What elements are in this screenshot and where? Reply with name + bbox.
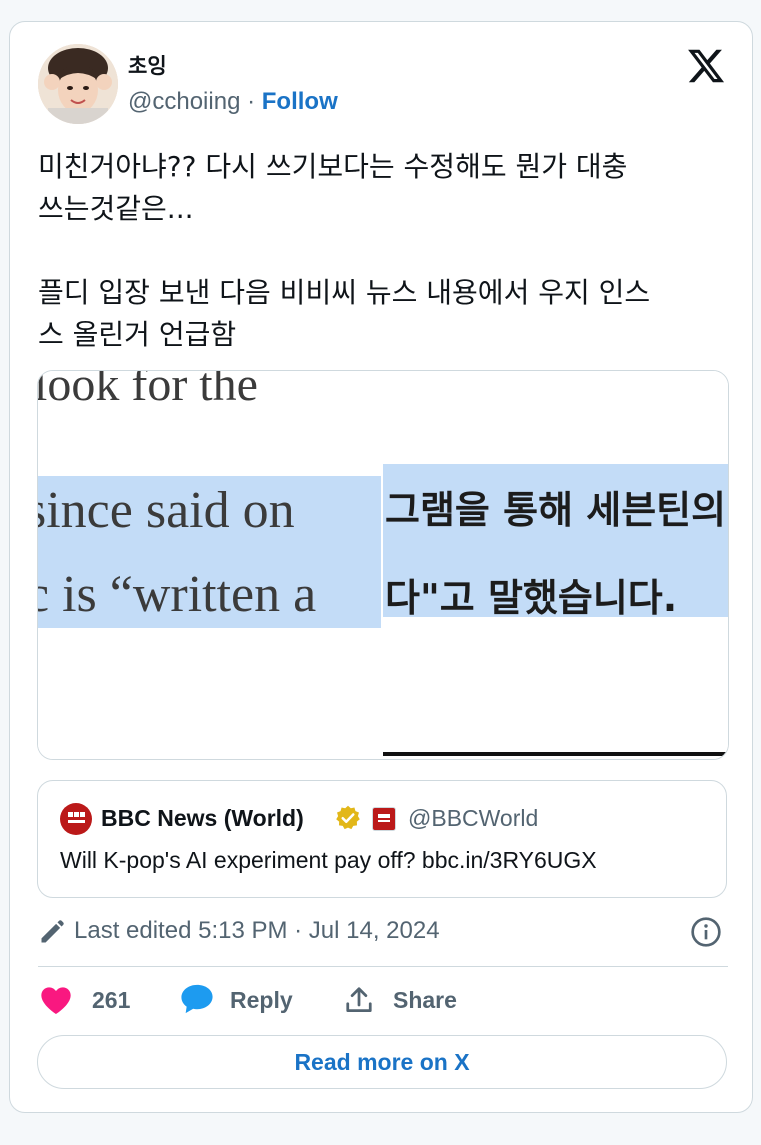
like-button[interactable]: 261 xyxy=(38,978,148,1022)
article-text-bottom: 다"고 말했습니다. xyxy=(385,576,678,620)
bbc-logo-block xyxy=(80,812,85,817)
like-count: 261 xyxy=(92,987,131,1013)
article-text-mid: since said on xyxy=(38,482,295,539)
author-avatar[interactable] xyxy=(38,44,118,124)
quoted-author-name[interactable]: BBC News (World) xyxy=(101,805,304,832)
article-text-top: look for the xyxy=(38,371,258,411)
bbc-logo-block xyxy=(68,812,73,817)
share-label: Share xyxy=(393,987,457,1013)
article-text-top: 그램을 통해 세븐틴의 xyxy=(385,488,727,532)
affiliate-badge-icon xyxy=(372,807,396,831)
bbc-logo-block xyxy=(74,812,79,817)
author-handle-line: @cchoiing · Follow xyxy=(128,88,338,116)
bbc-avatar[interactable] xyxy=(60,803,92,835)
reply-button[interactable]: Reply xyxy=(178,978,308,1022)
affiliate-badge-mark xyxy=(378,814,390,818)
read-more-on-x-button[interactable]: Read more on X xyxy=(37,1035,727,1089)
reply-bubble-icon xyxy=(181,984,213,1014)
article-text-bottom: c is “written a xyxy=(38,566,317,623)
tweet-text: 미친거아냐?? 다시 쓰기보다는 수정해도 뭔가 대충 쓰는것같은... 플디 … xyxy=(38,150,651,351)
pencil-icon xyxy=(41,920,64,943)
share-button[interactable]: Share xyxy=(338,978,468,1022)
affiliate-badge-mark xyxy=(378,820,390,822)
edited-row: Last edited 5:13 PM · Jul 14, 2024 xyxy=(38,914,728,950)
divider xyxy=(38,966,728,967)
handle-separator: · xyxy=(247,88,256,115)
media-image-korean-article[interactable]: 그램을 통해 세븐틴의 다"고 말했습니다. xyxy=(383,371,728,759)
author-display-name[interactable]: 초잉 xyxy=(128,50,167,80)
avatar-photo-icon xyxy=(38,44,118,124)
gold-verified-badge-icon xyxy=(336,805,360,830)
share-upload-icon xyxy=(346,987,372,1012)
tweet-media[interactable]: look for the since said on c is “written… xyxy=(37,370,729,760)
bbc-logo-line xyxy=(68,820,85,823)
tweet-card: 초잉 @cchoiing · Follow 미친거아냐?? 다시 쓰기보다는 수… xyxy=(9,21,753,1113)
quoted-author-handle[interactable]: @BBCWorld xyxy=(408,805,538,832)
info-icon[interactable] xyxy=(690,916,722,948)
reply-label: Reply xyxy=(230,987,293,1013)
last-edited-text[interactable]: Last edited 5:13 PM · Jul 14, 2024 xyxy=(74,917,440,945)
quoted-tweet-text: Will K-pop's AI experiment pay off? bbc.… xyxy=(60,847,597,873)
quoted-tweet[interactable]: BBC News (World) @BBCWorld Will K-pop's … xyxy=(37,780,727,898)
heart-icon xyxy=(41,987,71,1014)
author-handle[interactable]: @cchoiing xyxy=(128,88,240,115)
media-image-english-article[interactable]: look for the since said on c is “written… xyxy=(38,371,381,759)
x-logo-icon[interactable] xyxy=(686,46,726,86)
follow-button[interactable]: Follow xyxy=(262,88,338,115)
image-bottom-edge xyxy=(383,752,728,756)
action-bar: 261 Reply Share xyxy=(38,978,728,1022)
